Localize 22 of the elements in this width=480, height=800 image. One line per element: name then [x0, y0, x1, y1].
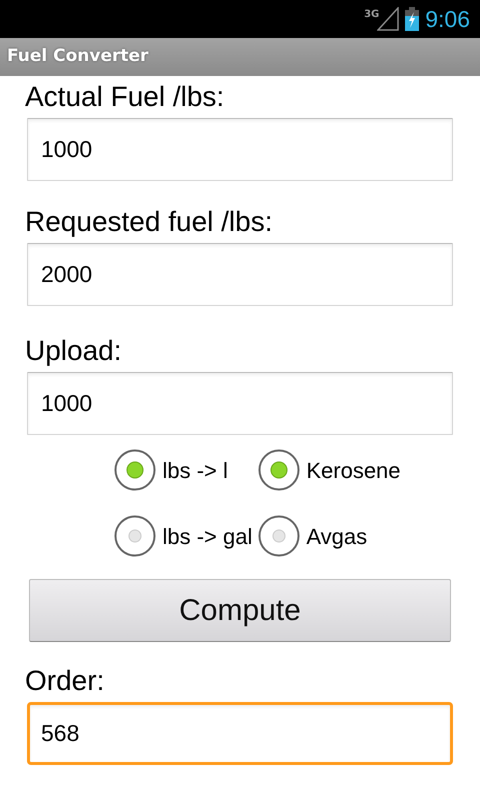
- radio-button[interactable]: [258, 449, 300, 491]
- radio-option[interactable]: lbs -> l: [114, 449, 252, 491]
- field-label: Upload:: [25, 334, 122, 368]
- field-label: Requested fuel /lbs:: [25, 205, 272, 239]
- field-label: Order:: [25, 664, 104, 698]
- radio-option[interactable]: lbs -> gal: [114, 515, 252, 557]
- radio-option[interactable]: Avgas: [258, 515, 401, 557]
- battery-charging-icon: [405, 7, 420, 31]
- field-label: Actual Fuel /lbs:: [25, 80, 224, 114]
- input-field[interactable]: 568: [27, 702, 453, 765]
- radio-button[interactable]: [114, 449, 156, 491]
- network-type-label: 3G: [364, 8, 380, 22]
- input-field[interactable]: 1000: [27, 118, 453, 181]
- signal-icon: [377, 7, 400, 31]
- radio-button[interactable]: [114, 515, 156, 557]
- clock: 9:06: [425, 4, 470, 34]
- input-field[interactable]: 1000: [27, 372, 453, 435]
- radio-button[interactable]: [258, 515, 300, 557]
- radio-option[interactable]: Kerosene: [258, 449, 401, 491]
- input-field[interactable]: 2000: [27, 243, 453, 306]
- compute-button[interactable]: Compute: [29, 579, 451, 642]
- app-title: Fuel Converter: [7, 45, 148, 68]
